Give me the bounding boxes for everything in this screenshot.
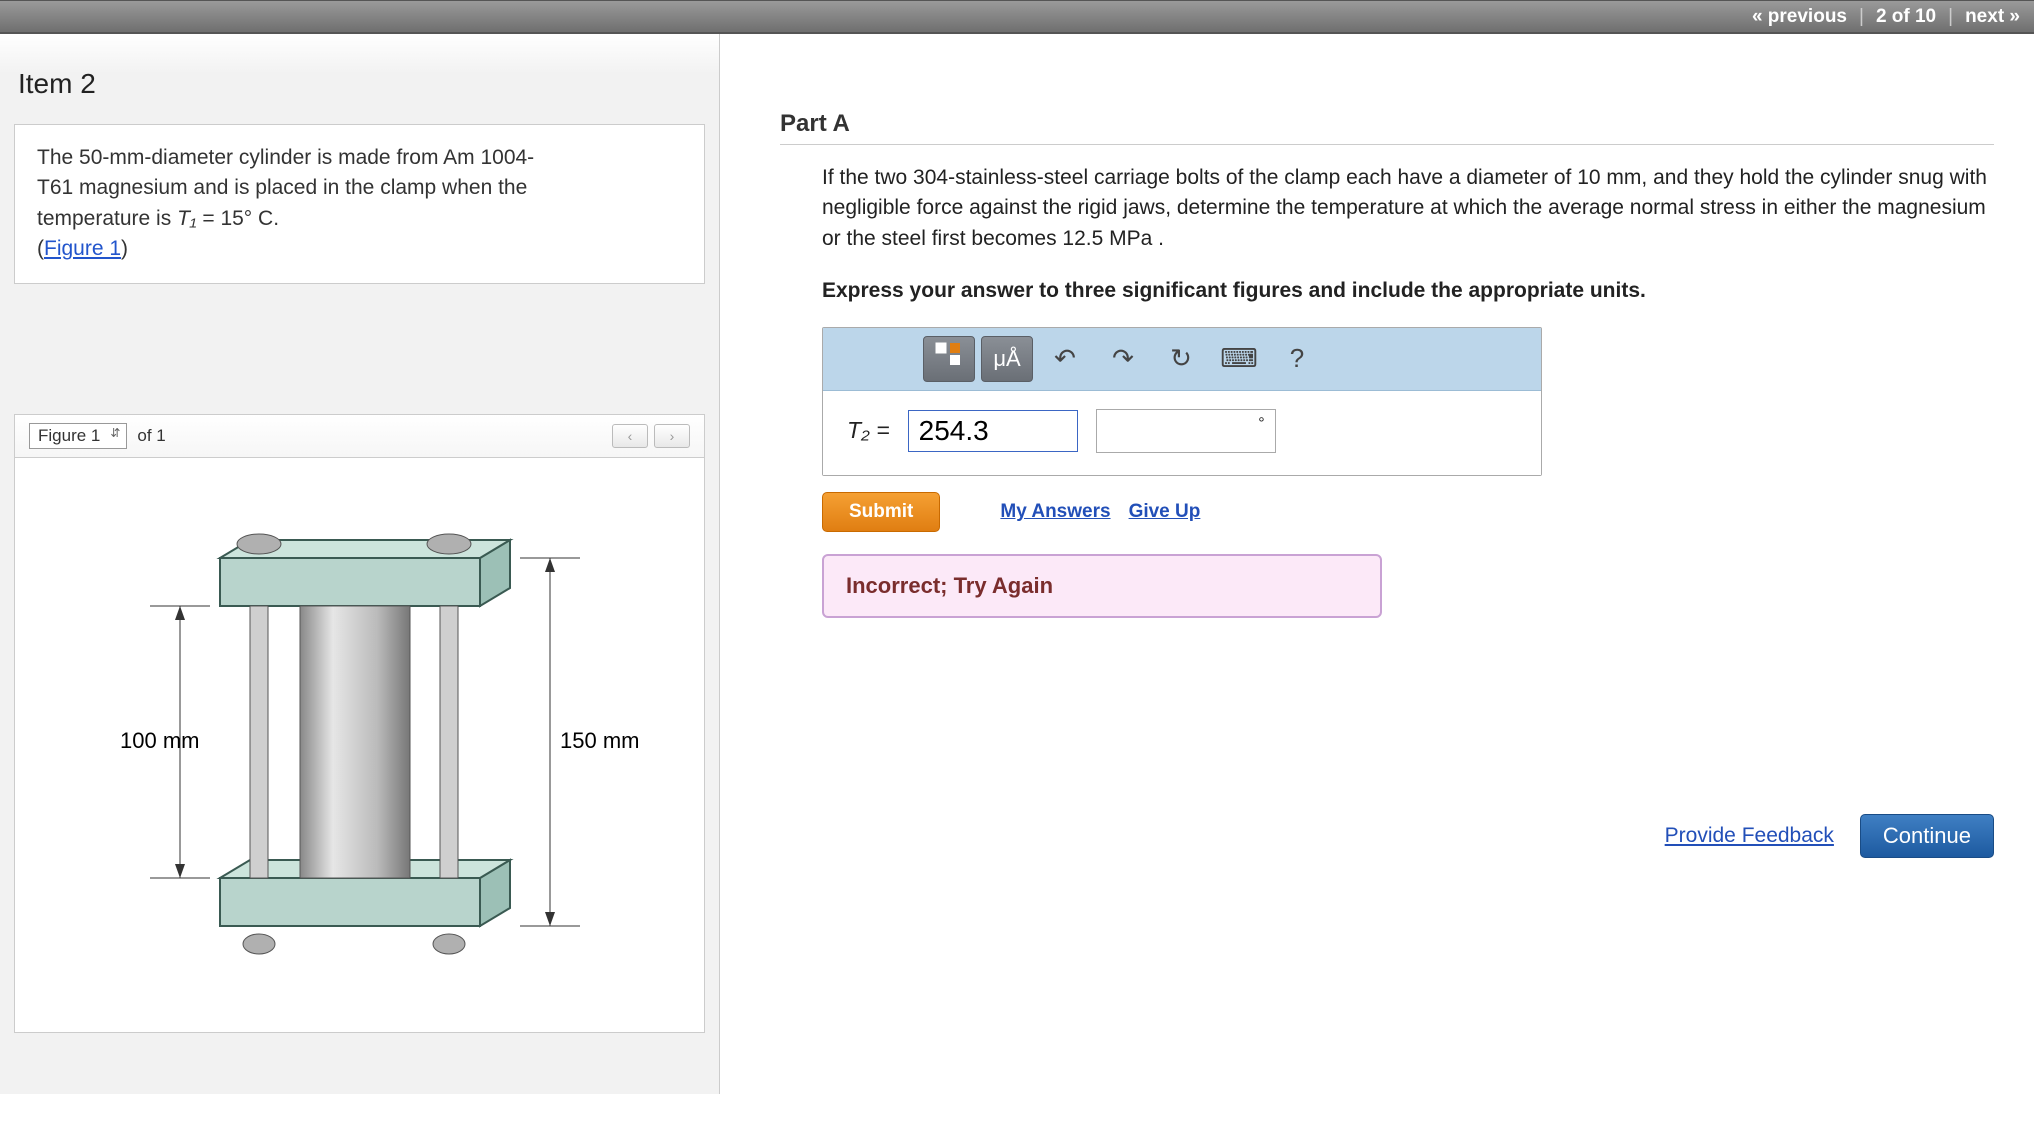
problem-var: T₁ bbox=[177, 207, 196, 230]
undo-icon: ↶ bbox=[1054, 340, 1076, 378]
top-nav-bar: « previous | 2 of 10 | next » bbox=[0, 0, 2034, 34]
redo-icon: ↷ bbox=[1112, 340, 1134, 378]
feedback-text: Incorrect; Try Again bbox=[846, 573, 1053, 598]
part-instruction: Express your answer to three significant… bbox=[822, 276, 1994, 306]
item-title: Item 2 bbox=[18, 68, 705, 100]
figure-selector[interactable]: Figure 1 bbox=[29, 423, 127, 449]
reset-icon: ↻ bbox=[1170, 340, 1192, 378]
nav-sep: | bbox=[1859, 6, 1864, 28]
keyboard-icon: ⌨ bbox=[1220, 340, 1258, 378]
next-link[interactable]: next » bbox=[1965, 6, 2020, 28]
provide-feedback-link[interactable]: Provide Feedback bbox=[1665, 824, 1834, 848]
problem-text: = 15° C. bbox=[197, 207, 280, 230]
problem-text: T61 magnesium and is placed in the clamp… bbox=[37, 176, 527, 199]
figure-image: 100 mm 150 mm bbox=[15, 478, 704, 1018]
figure-panel: Figure 1 of 1 ‹ › bbox=[14, 414, 705, 1033]
help-button[interactable]: ? bbox=[1271, 336, 1323, 382]
templates-icon bbox=[934, 341, 964, 376]
answer-unit-input[interactable]: ° bbox=[1096, 409, 1276, 453]
problem-statement-panel: The 50-mm-diameter cylinder is made from… bbox=[14, 124, 705, 284]
nav-sep: | bbox=[1948, 6, 1953, 28]
figure-link[interactable]: Figure 1 bbox=[44, 237, 121, 260]
undo-button[interactable]: ↶ bbox=[1039, 336, 1091, 382]
figure-selector-label: Figure 1 bbox=[38, 426, 100, 445]
redo-button[interactable]: ↷ bbox=[1097, 336, 1149, 382]
figure-prev-button[interactable]: ‹ bbox=[612, 424, 648, 448]
feedback-box: Incorrect; Try Again bbox=[822, 554, 1382, 618]
my-answers-link[interactable]: My Answers bbox=[1000, 498, 1110, 526]
submit-button[interactable]: Submit bbox=[822, 492, 940, 532]
answer-variable-label: T₂ = bbox=[847, 414, 890, 447]
chevron-right-icon: › bbox=[670, 428, 675, 444]
part-text: If the two 304-stainless-steel carriage … bbox=[822, 163, 1994, 254]
answer-panel: μÅ ↶ ↷ ↻ ⌨ ? bbox=[822, 327, 1542, 476]
degree-symbol: ° bbox=[1258, 412, 1264, 435]
dim-left-label: 100 mm bbox=[120, 728, 199, 753]
answer-toolbar: μÅ ↶ ↷ ↻ ⌨ ? bbox=[823, 328, 1541, 391]
chevron-left-icon: ‹ bbox=[628, 428, 633, 444]
nav-position: 2 of 10 bbox=[1876, 6, 1936, 28]
answer-value-input[interactable] bbox=[908, 410, 1078, 452]
part-title: Part A bbox=[780, 110, 1994, 145]
figure-next-button[interactable]: › bbox=[654, 424, 690, 448]
keyboard-button[interactable]: ⌨ bbox=[1213, 336, 1265, 382]
prev-link[interactable]: « previous bbox=[1752, 6, 1847, 28]
dim-right-label: 150 mm bbox=[560, 728, 639, 753]
continue-button[interactable]: Continue bbox=[1860, 814, 1994, 858]
reset-button[interactable]: ↻ bbox=[1155, 336, 1207, 382]
left-column: Item 2 The 50-mm-diameter cylinder is ma… bbox=[0, 34, 720, 1094]
greek-icon: μÅ bbox=[993, 343, 1020, 375]
help-icon: ? bbox=[1290, 340, 1304, 378]
give-up-link[interactable]: Give Up bbox=[1129, 498, 1201, 526]
problem-text: The 50-mm-diameter cylinder is made from… bbox=[37, 146, 534, 169]
greek-button[interactable]: μÅ bbox=[981, 336, 1033, 382]
templates-button[interactable] bbox=[923, 336, 975, 382]
right-column: Part A If the two 304-stainless-steel ca… bbox=[720, 34, 2034, 1094]
figure-count: of 1 bbox=[137, 426, 165, 446]
problem-text: temperature is bbox=[37, 207, 177, 230]
